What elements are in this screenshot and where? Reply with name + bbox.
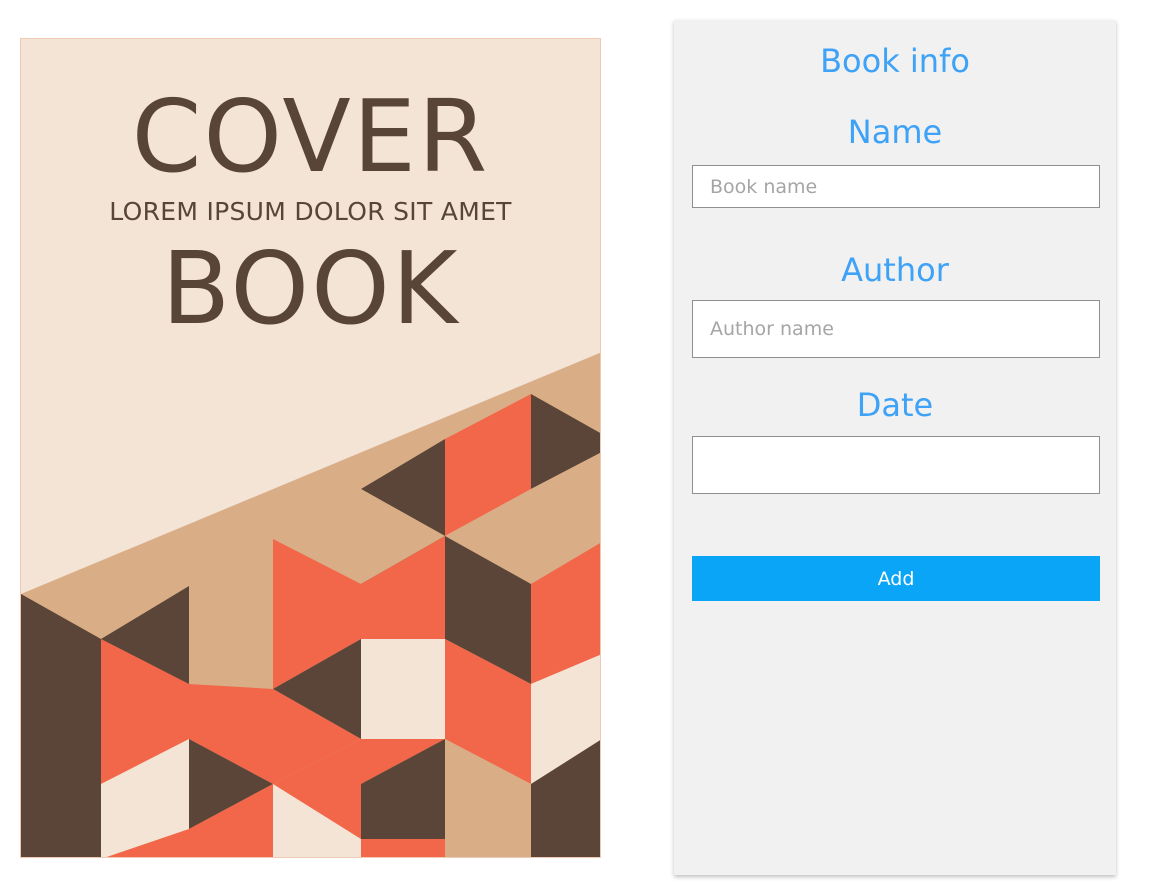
author-name-input[interactable]: [692, 300, 1100, 358]
book-name-input[interactable]: [692, 165, 1100, 208]
date-input[interactable]: [692, 436, 1100, 494]
add-button[interactable]: Add: [692, 556, 1100, 601]
book-cover-image: COVER LOREM IPSUM DOLOR SIT AMET BOOK: [20, 38, 601, 858]
panel-title: Book info: [820, 42, 970, 80]
name-label: Name: [847, 113, 943, 151]
author-label: Author: [841, 251, 949, 289]
cover-subtitle: LOREM IPSUM DOLOR SIT AMET: [109, 197, 512, 226]
date-label: Date: [856, 386, 934, 424]
book-info-panel: Book info Name Author Date Add: [674, 20, 1116, 875]
cover-title-top: COVER: [131, 78, 490, 195]
cover-title-bottom: BOOK: [161, 230, 460, 347]
